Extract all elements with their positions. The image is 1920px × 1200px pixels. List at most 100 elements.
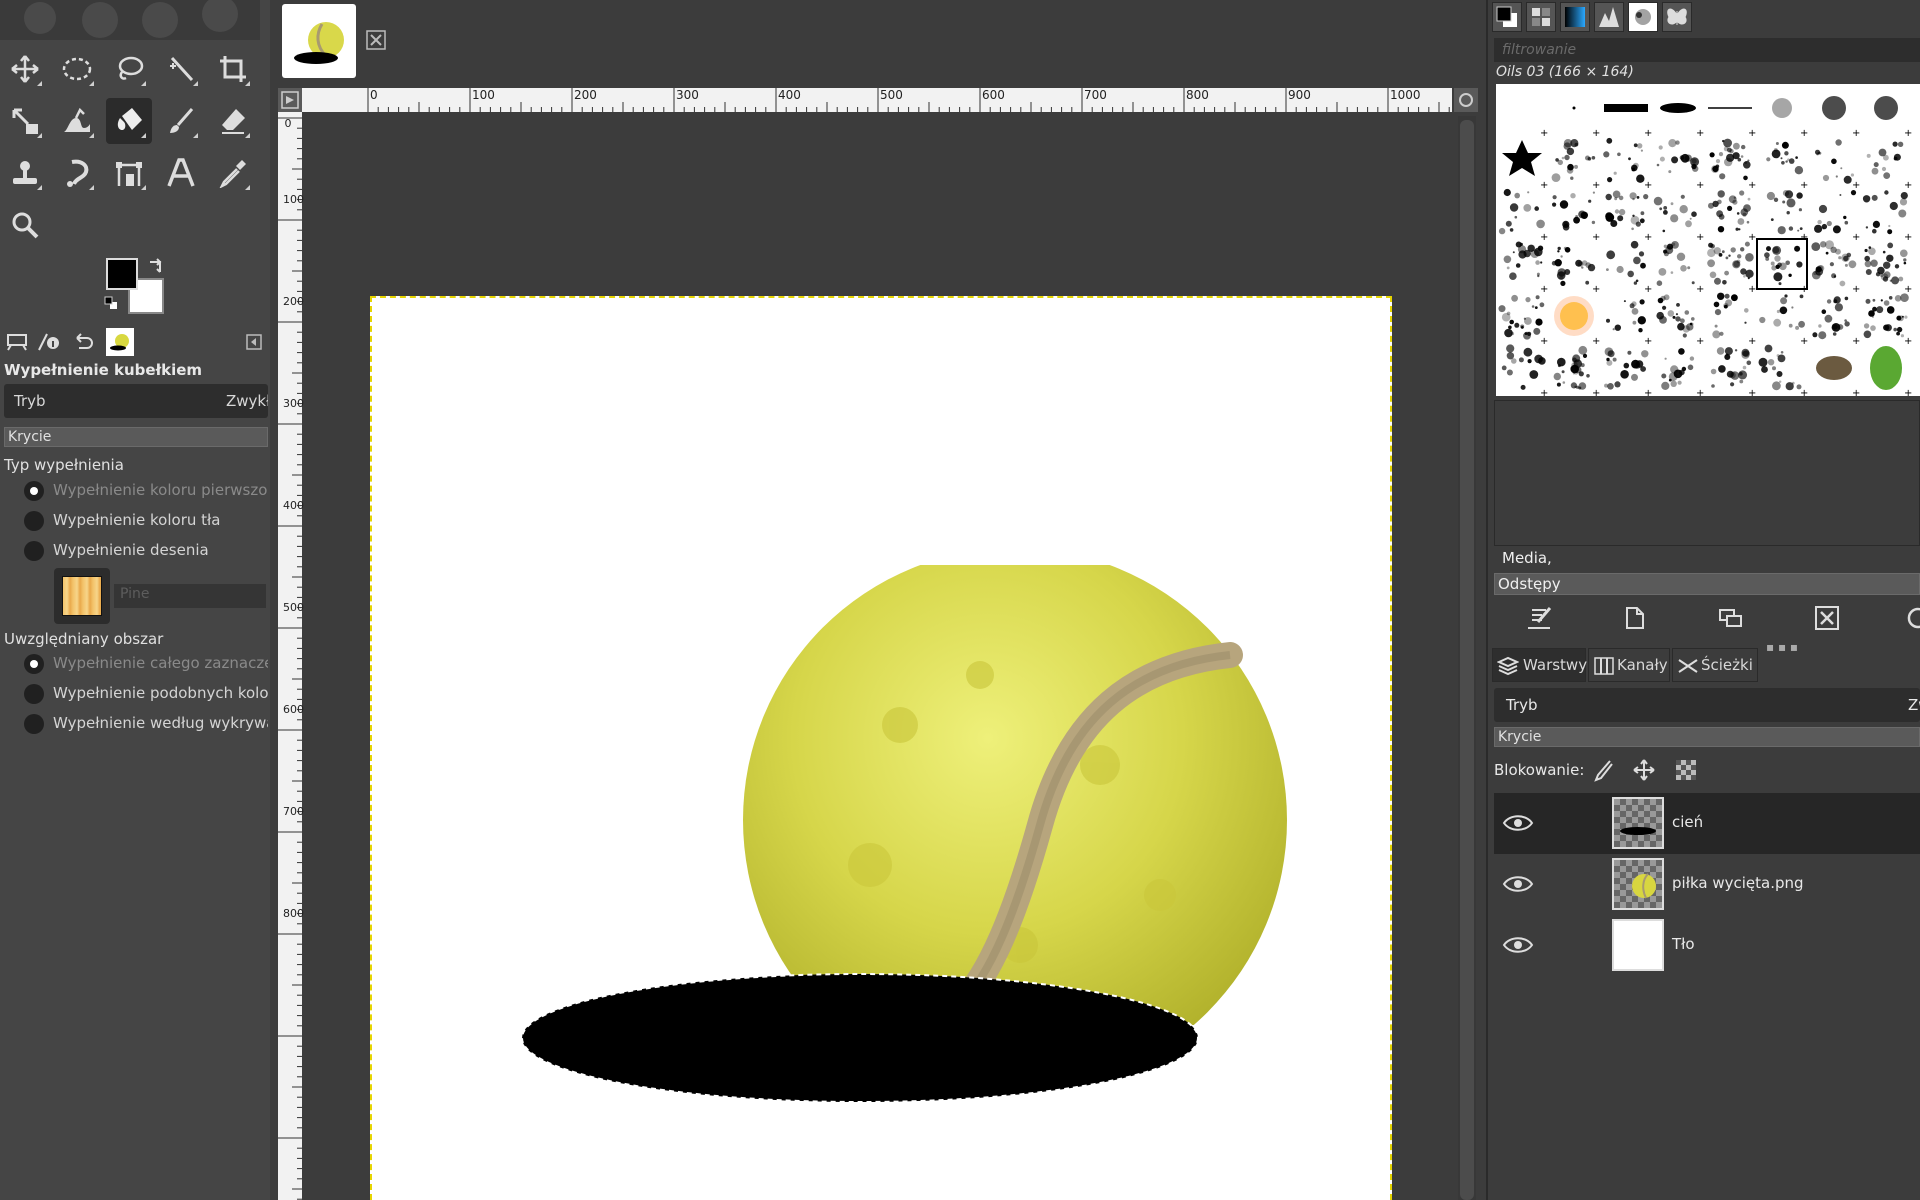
svg-text:+: + — [1592, 284, 1600, 295]
layer-name[interactable]: Tło — [1672, 935, 1695, 953]
warp-tool[interactable] — [54, 98, 100, 144]
ruler-h-label: 800 — [1186, 88, 1209, 102]
fg-bg-colors-tab[interactable] — [1492, 2, 1522, 32]
layer-row[interactable]: cień — [1494, 793, 1920, 854]
eyedropper-icon — [219, 160, 246, 188]
clone-tool[interactable] — [2, 150, 48, 196]
vertical-scrollbar-thumb[interactable] — [1460, 120, 1474, 1200]
pattern-button[interactable] — [54, 568, 110, 624]
layer-row[interactable]: piłka wycięta.png — [1494, 854, 1920, 915]
svg-text:+: + — [1748, 284, 1756, 295]
crop-tool[interactable] — [210, 46, 256, 92]
tab-paths[interactable]: Ścieżki — [1672, 648, 1758, 682]
images-tab[interactable] — [106, 328, 134, 356]
paths-tool[interactable] — [106, 150, 152, 196]
panel-menu-icon[interactable] — [246, 334, 262, 350]
eraser-tool[interactable] — [210, 98, 256, 144]
paintbrush-tool[interactable] — [158, 98, 204, 144]
gradients-tab[interactable] — [1560, 2, 1590, 32]
fill-type-option-bg[interactable]: Wypełnienie koloru tła — [53, 511, 220, 529]
navigate-button[interactable] — [1454, 88, 1478, 112]
layer-mode-dropdown[interactable] — [1494, 688, 1920, 722]
undo-history-tab[interactable] — [66, 328, 94, 356]
color-picker-tool[interactable] — [210, 150, 256, 196]
channels-icon — [1594, 657, 1614, 675]
histogram-tab[interactable] — [1594, 2, 1624, 32]
brush-tags-field[interactable]: Media, — [1502, 549, 1552, 567]
ellipse-select-icon — [62, 57, 92, 81]
scale-tool[interactable] — [2, 98, 48, 144]
free-select-tool[interactable] — [106, 46, 152, 92]
eye-icon[interactable] — [1502, 872, 1534, 896]
fill-type-radio-bg[interactable] — [24, 511, 44, 531]
new-brush-button[interactable] — [1614, 600, 1654, 636]
fuzzy-select-tool[interactable] — [158, 46, 204, 92]
svg-text:+: + — [1852, 284, 1860, 295]
layer-row[interactable]: Tło — [1494, 915, 1920, 976]
tab-close-icon[interactable] — [366, 30, 386, 50]
layer-name[interactable]: cień — [1672, 813, 1703, 831]
foreground-color-swatch[interactable] — [106, 258, 138, 290]
fill-type-radio-pattern[interactable] — [24, 541, 44, 561]
dynamics-tab[interactable] — [1662, 2, 1692, 32]
layer-boundary — [370, 296, 1392, 1200]
vertical-ruler[interactable] — [278, 112, 302, 1200]
fill-type-option-pattern[interactable]: Wypełnienie desenia — [53, 541, 209, 559]
quick-mask-toggle[interactable] — [278, 88, 302, 112]
brush-thumbnail: + — [1553, 345, 1600, 396]
eye-icon[interactable] — [1502, 811, 1534, 835]
tool-options-tab[interactable] — [2, 328, 30, 356]
lock-position-icon[interactable] — [1632, 758, 1656, 782]
brush-thumbnail: + — [1709, 138, 1756, 191]
brush-thumbnail: + — [1604, 104, 1652, 139]
layer-name[interactable]: piłka wycięta.png — [1672, 874, 1804, 892]
ruler-corner-icon — [281, 91, 299, 109]
eye-icon[interactable] — [1502, 933, 1534, 957]
tab-layers[interactable]: Warstwy — [1492, 648, 1587, 682]
area-option-selection[interactable]: Wypełnienie całego zaznaczenia — [53, 654, 268, 672]
move-tool[interactable] — [2, 46, 48, 92]
lock-pixels-icon[interactable] — [1590, 758, 1614, 782]
lock-alpha-icon[interactable] — [1674, 758, 1698, 782]
duplicate-brush-button[interactable] — [1710, 600, 1750, 636]
brush-thumbnail: + — [1606, 299, 1652, 347]
patterns-tab[interactable] — [1526, 2, 1556, 32]
smudge-icon — [67, 159, 89, 187]
edit-brush-button[interactable] — [1518, 600, 1558, 636]
brush-thumbnail: + — [1708, 190, 1756, 243]
zoom-tool[interactable] — [2, 202, 48, 248]
brushes-tab[interactable] — [1628, 2, 1658, 32]
svg-text:+: + — [1696, 284, 1704, 295]
histogram-icon — [1599, 7, 1619, 27]
area-option-line-art[interactable]: Wypełnienie według wykrywania linii — [53, 714, 268, 732]
ruler-v-label: 100 — [283, 194, 304, 205]
crop-icon — [220, 56, 246, 82]
ruler-h-label: 500 — [880, 88, 903, 102]
default-colors-icon[interactable] — [104, 296, 118, 310]
delete-brush-button[interactable] — [1806, 600, 1846, 636]
fill-type-option-fg[interactable]: Wypełnienie koloru pierwszoplanowego — [53, 481, 268, 499]
fill-type-radio-fg[interactable] — [24, 481, 44, 501]
text-tool[interactable] — [158, 150, 204, 196]
svg-text:+: + — [1592, 180, 1600, 191]
area-radio-similar[interactable] — [24, 684, 44, 704]
bucket-fill-tool[interactable] — [106, 98, 152, 144]
refresh-brushes-button[interactable] — [1898, 600, 1920, 636]
area-radio-selection[interactable] — [24, 654, 44, 674]
dock-separator[interactable]: ▪ ▪ ▪ — [1766, 640, 1798, 654]
swap-colors-icon[interactable] — [146, 256, 166, 276]
brush-thumbnail: + — [1656, 294, 1704, 347]
area-option-similar[interactable]: Wypełnienie podobnych kolorów — [53, 684, 268, 702]
brush-grid[interactable]: + + + + + + + + + + + + + + + + + + + + + + + + + + + + + + + + + + + + + + + +… — [1496, 84, 1920, 396]
brush-thumbnail: + — [1758, 344, 1808, 396]
ruler-h-label: 600 — [982, 88, 1005, 102]
svg-text:+: + — [1592, 232, 1600, 243]
image-tab[interactable] — [282, 4, 356, 78]
device-status-tab[interactable] — [34, 328, 62, 356]
area-radio-line-art[interactable] — [24, 714, 44, 734]
brush-thumbnail: + — [1554, 296, 1600, 347]
smudge-tool[interactable] — [54, 150, 100, 196]
tab-channels[interactable]: Kanały — [1588, 648, 1670, 682]
ellipse-select-tool[interactable] — [54, 46, 100, 92]
layer-opacity-slider[interactable] — [1494, 727, 1920, 747]
